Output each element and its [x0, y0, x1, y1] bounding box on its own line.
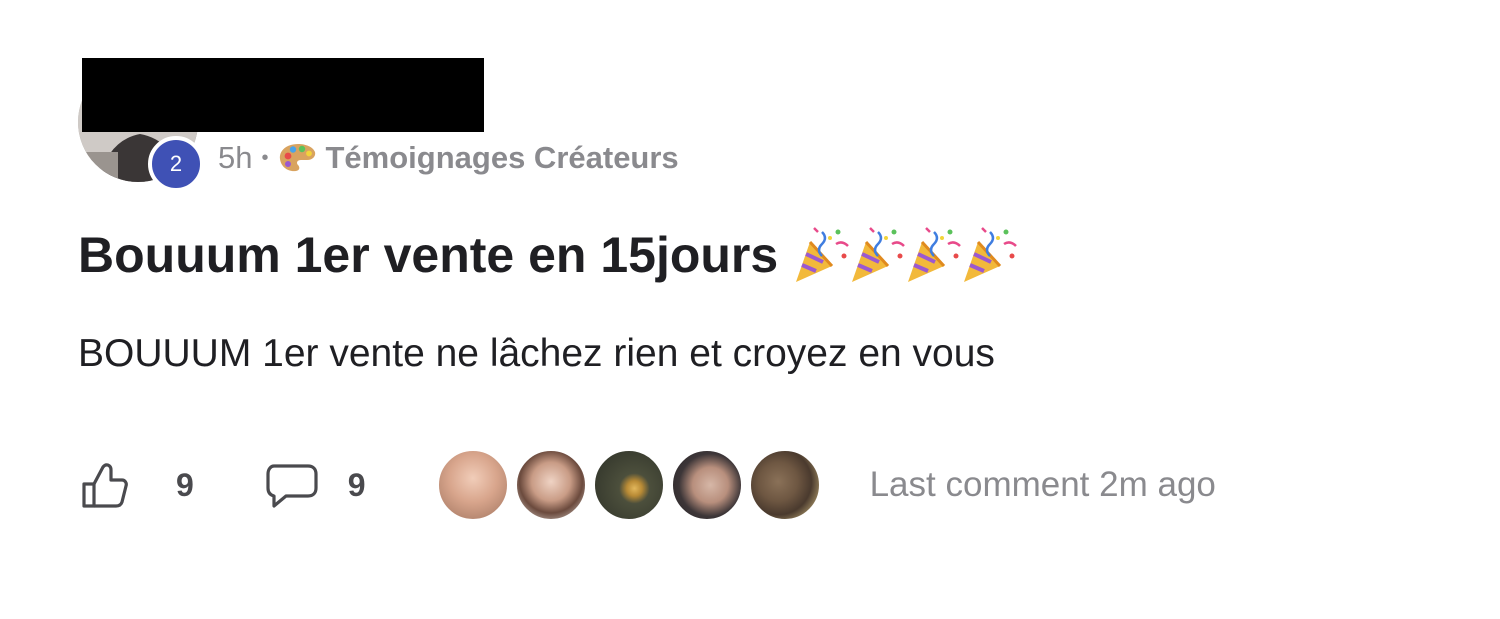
party-popper-icon: [908, 227, 962, 282]
commenter-avatar[interactable]: [669, 448, 744, 522]
party-popper-icon: [796, 227, 850, 282]
author-level-badge: 2: [148, 136, 204, 192]
comment-count: 9: [347, 466, 366, 503]
commenter-avatar[interactable]: [591, 448, 666, 522]
comment-bubble-icon: [266, 464, 318, 508]
recent-commenters[interactable]: [435, 448, 826, 522]
commenter-avatar[interactable]: [513, 448, 588, 522]
last-comment-time[interactable]: Last comment 2m ago: [870, 465, 1216, 505]
party-popper-icon: [964, 227, 1018, 282]
post-footer: 9 9 Last comment 2m ago: [78, 444, 1216, 526]
post-title-text: Bouuum 1er vente en 15jours: [78, 227, 779, 283]
title-emojis: [792, 224, 1018, 286]
party-popper-icon: [852, 227, 906, 282]
meta-separator: •: [261, 146, 269, 169]
space-link[interactable]: Témoignages Créateurs: [326, 140, 679, 176]
post-meta: 5h • Témoignages Créateurs: [218, 136, 679, 180]
commenter-avatar[interactable]: [747, 448, 822, 522]
artist-palette-icon: [278, 142, 318, 174]
comment-button[interactable]: 9: [264, 458, 366, 512]
like-button[interactable]: 9: [78, 458, 194, 512]
thumbs-up-icon: [82, 463, 128, 508]
post-body: BOUUUM 1er vente ne lâchez rien et croye…: [78, 332, 995, 375]
commenter-avatar[interactable]: [435, 448, 510, 522]
like-count: 9: [176, 466, 194, 503]
post-card: 2 5h • Témoignages Créateurs Bouuum 1er …: [0, 0, 1500, 619]
post-time: 5h: [218, 140, 253, 175]
post-title[interactable]: Bouuum 1er vente en 15jours: [78, 220, 1018, 290]
redacted-author-name: [82, 58, 484, 132]
